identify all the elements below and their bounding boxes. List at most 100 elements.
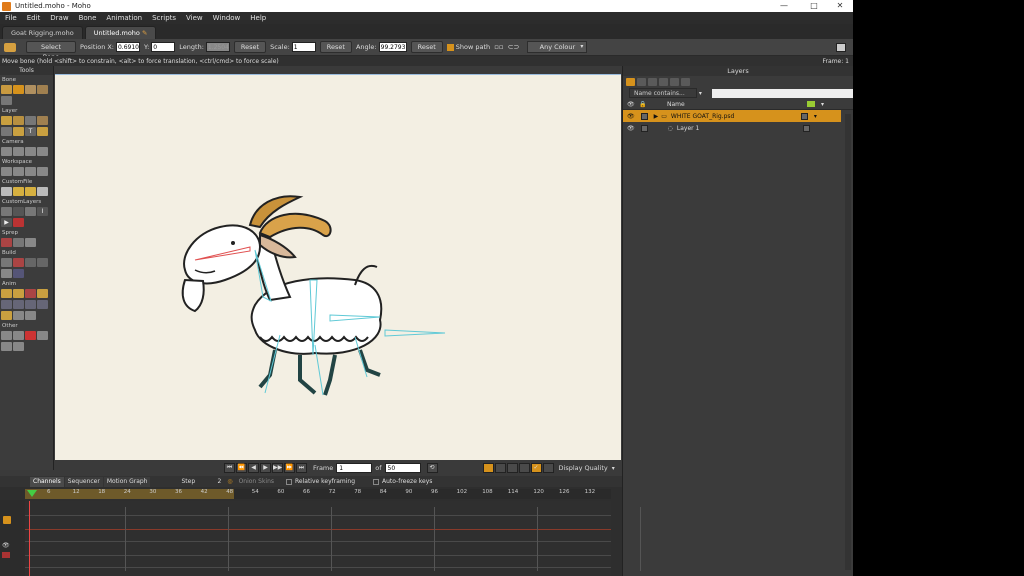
layer-video-icon[interactable] bbox=[648, 77, 657, 86]
frame-input[interactable]: 1 bbox=[336, 463, 373, 473]
lock-col-icon[interactable]: 🔒 bbox=[639, 101, 667, 108]
build-2-icon[interactable] bbox=[13, 258, 24, 267]
keyframe-icon[interactable] bbox=[3, 516, 11, 524]
onion-skins-label[interactable]: Onion Skins bbox=[239, 478, 274, 485]
menu-draw[interactable]: Draw bbox=[45, 14, 73, 22]
eye-tool-icon[interactable] bbox=[13, 207, 24, 216]
menu-view[interactable]: View bbox=[181, 14, 208, 22]
other-1-icon[interactable] bbox=[1, 331, 12, 340]
view-mode-1-icon[interactable] bbox=[482, 463, 494, 473]
channel-eye-icon[interactable]: 👁 bbox=[2, 542, 10, 549]
anim-3-icon[interactable] bbox=[25, 289, 36, 298]
layer-search-input[interactable] bbox=[711, 88, 853, 98]
view-mode-4-icon[interactable] bbox=[518, 463, 530, 473]
relative-keyframing-checkbox[interactable] bbox=[286, 478, 293, 485]
play-icon[interactable]: ▶ bbox=[260, 463, 271, 473]
translate-layer-tool-icon[interactable] bbox=[1, 116, 12, 125]
layer-eye-icon[interactable]: 👁 bbox=[627, 125, 635, 132]
anim-7-icon[interactable] bbox=[25, 300, 36, 309]
folder-tool-icon[interactable] bbox=[13, 187, 24, 196]
duplicate-layer-icon[interactable] bbox=[637, 77, 646, 86]
step-dropdown[interactable]: Step bbox=[181, 478, 211, 485]
build-5-icon[interactable] bbox=[1, 269, 12, 278]
layer-eye-icon[interactable]: 👁 bbox=[627, 113, 635, 120]
select-bone-tool-icon[interactable] bbox=[1, 85, 12, 94]
menu-scripts[interactable]: Scripts bbox=[147, 14, 181, 22]
total-frames-input[interactable]: 50 bbox=[384, 463, 421, 473]
color-col-icon[interactable] bbox=[807, 101, 815, 107]
build-6-icon[interactable] bbox=[13, 269, 24, 278]
visibility-col-icon[interactable]: 👁 bbox=[627, 101, 639, 108]
step-value[interactable]: 2 bbox=[217, 478, 221, 485]
scale-input[interactable]: 1 bbox=[291, 42, 316, 52]
next-frame-icon[interactable]: ▶▶ bbox=[272, 463, 283, 473]
layer-row-layer-1[interactable]: 👁 ◌ Layer 1 bbox=[623, 122, 841, 134]
quality-frame-icon[interactable] bbox=[542, 463, 554, 473]
save-file-tool-icon[interactable] bbox=[37, 187, 48, 196]
other-5-icon[interactable] bbox=[1, 342, 12, 351]
anim-6-icon[interactable] bbox=[13, 300, 24, 309]
tab-untitled[interactable]: Untitled.moho ✎ bbox=[84, 26, 157, 39]
anim-10-icon[interactable] bbox=[13, 311, 24, 320]
view-mode-2-icon[interactable] bbox=[494, 463, 506, 473]
playhead-marker[interactable] bbox=[27, 490, 37, 497]
track-camera-tool-icon[interactable] bbox=[1, 147, 12, 156]
layer-lock-toggle[interactable] bbox=[640, 112, 648, 120]
channel-red-icon[interactable] bbox=[2, 552, 10, 558]
close-button[interactable]: ✕ bbox=[828, 0, 852, 12]
anim-1-icon[interactable] bbox=[1, 289, 12, 298]
anim-11-icon[interactable] bbox=[25, 311, 36, 320]
other-4-icon[interactable] bbox=[37, 331, 48, 340]
layer-custom-3-icon[interactable] bbox=[25, 207, 36, 216]
reset-position-button[interactable]: Reset bbox=[233, 41, 267, 53]
other-2-icon[interactable] bbox=[13, 331, 24, 340]
panel-toggle-icon[interactable] bbox=[836, 42, 846, 52]
timeline-tracks[interactable] bbox=[25, 501, 641, 576]
eyedropper-tool-icon[interactable] bbox=[37, 127, 48, 136]
tab-channels[interactable]: Channels bbox=[30, 476, 64, 487]
rewind-icon[interactable]: ⏮ bbox=[224, 463, 235, 473]
zoom-tool-icon[interactable] bbox=[13, 167, 24, 176]
menu-edit[interactable]: Edit bbox=[22, 14, 46, 22]
tab-sequencer[interactable]: Sequencer bbox=[64, 476, 103, 487]
display-quality-label[interactable]: Display Quality bbox=[559, 464, 608, 472]
path-options-icon[interactable]: ▫▫ bbox=[494, 43, 504, 51]
orbit-workspace-tool-icon[interactable] bbox=[37, 167, 48, 176]
menu-animation[interactable]: Animation bbox=[101, 14, 147, 22]
sprep-2-icon[interactable] bbox=[13, 238, 24, 247]
minimize-button[interactable]: — bbox=[772, 0, 796, 12]
layer-row-white-goat[interactable]: 👁 ▶ ▭ WHITE GOAT_Rig.psd ▾ bbox=[623, 110, 841, 122]
menu-file[interactable]: File bbox=[0, 14, 22, 22]
show-path-checkbox[interactable] bbox=[446, 43, 454, 51]
sprep-1-icon[interactable] bbox=[1, 238, 12, 247]
manipulate-bones-tool-icon[interactable] bbox=[1, 96, 12, 105]
file-tool-icon[interactable] bbox=[1, 187, 12, 196]
open-folder-tool-icon[interactable] bbox=[25, 187, 36, 196]
anim-4-icon[interactable] bbox=[37, 289, 48, 298]
name-column-header[interactable]: Name bbox=[667, 101, 807, 108]
layer-lock-toggle[interactable] bbox=[640, 124, 648, 132]
frame-ruler[interactable]: 6 12 18 24 30 36 42 48 54 60 66 72 78 84 90 96 102 108 114… bbox=[25, 489, 611, 499]
select-bone-button[interactable]: Select Bone bbox=[26, 41, 76, 61]
set-origin-tool-icon[interactable] bbox=[37, 116, 48, 125]
play-layer-tool-icon[interactable]: ▶ bbox=[1, 218, 12, 227]
rotate-bone-tool-icon[interactable] bbox=[37, 85, 48, 94]
sprep-3-icon[interactable] bbox=[25, 238, 36, 247]
build-4-icon[interactable] bbox=[37, 258, 48, 267]
prev-frame-icon[interactable]: ◀ bbox=[248, 463, 259, 473]
rotate-workspace-tool-icon[interactable] bbox=[25, 167, 36, 176]
text-tool-icon[interactable]: T bbox=[25, 127, 36, 136]
zoom-camera-tool-icon[interactable] bbox=[13, 147, 24, 156]
layer-color-swatch[interactable] bbox=[802, 124, 810, 132]
link-icon[interactable]: ⊂⊃ bbox=[508, 43, 520, 51]
view-mode-3-icon[interactable] bbox=[506, 463, 518, 473]
layer-row-menu-icon[interactable]: ▾ bbox=[814, 113, 817, 120]
hand-tool-icon[interactable] bbox=[1, 167, 12, 176]
other-3-icon[interactable] bbox=[25, 331, 36, 340]
reset-angle-button[interactable]: Reset bbox=[410, 41, 443, 53]
reset-scale-button[interactable]: Reset bbox=[319, 41, 352, 53]
scale-bone-tool-icon[interactable] bbox=[25, 85, 36, 94]
auto-freeze-checkbox[interactable] bbox=[373, 478, 380, 485]
y-input[interactable]: 0 bbox=[151, 42, 176, 52]
pan-tilt-camera-tool-icon[interactable] bbox=[37, 147, 48, 156]
